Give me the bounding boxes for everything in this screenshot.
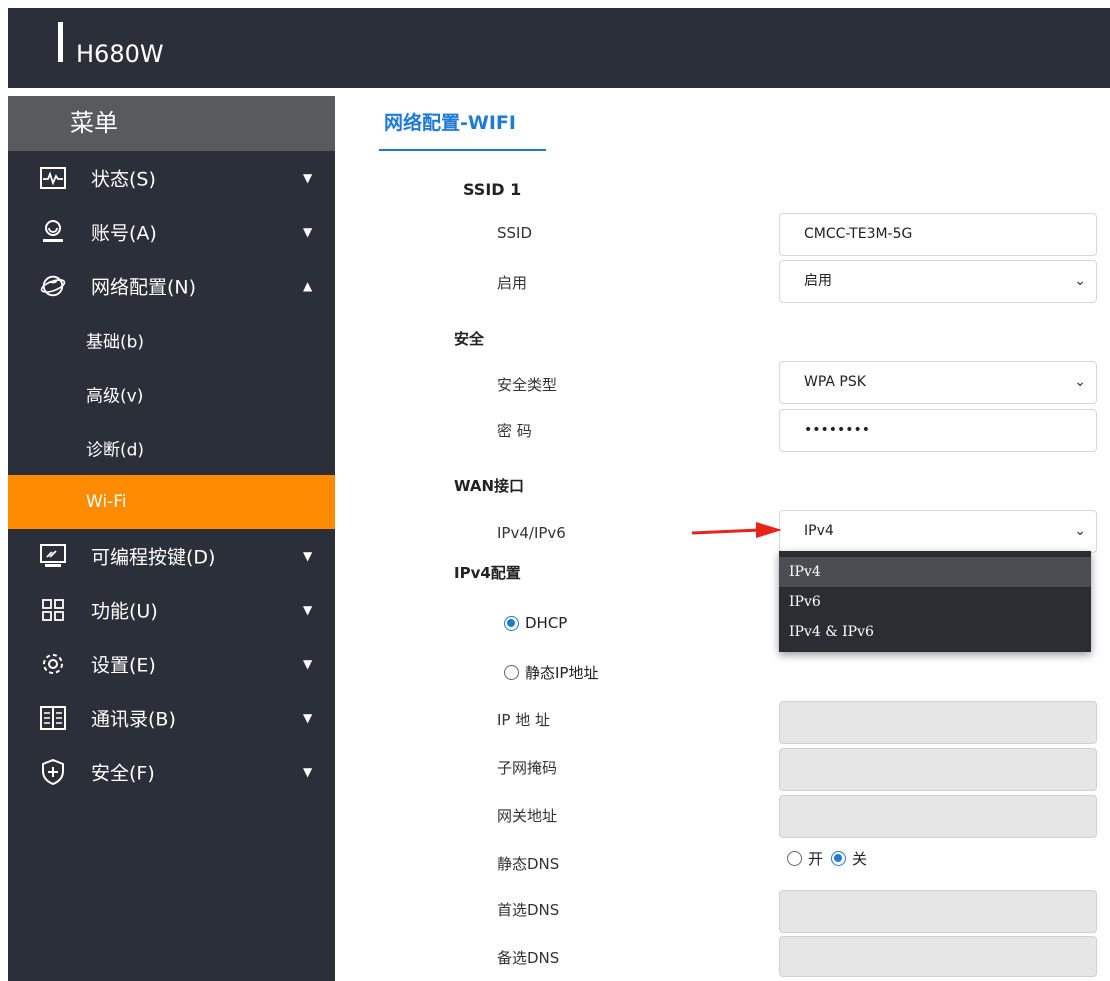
chevron-down-icon: ▼: [303, 549, 313, 563]
chevron-up-icon: ▲: [303, 279, 313, 293]
sidebar-item-function[interactable]: 功能(U) ▼: [8, 583, 335, 637]
ip-address-input[interactable]: [779, 701, 1097, 744]
sidebar: 菜单 状态(S) ▼ 账号(A) ▼ 网络配置(N) ▲ 基础(b) 高级(v)…: [8, 96, 335, 981]
chevron-down-icon: ▼: [303, 765, 313, 779]
static-ip-radio[interactable]: 静态IP地址: [504, 662, 598, 683]
ip-mode-label: IPv4/IPv6: [497, 524, 566, 542]
sidebar-subitem-label: Wi-Fi: [86, 492, 127, 512]
sidebar-item-programmable-keys[interactable]: 可编程按键(D) ▼: [8, 529, 335, 583]
sidebar-subitem-label: 基础(b): [86, 332, 145, 353]
dropdown-option-ipv4[interactable]: IPv4: [779, 557, 1091, 587]
sidebar-item-settings[interactable]: 设置(E) ▼: [8, 637, 335, 691]
sidebar-item-label: 功能(U): [91, 600, 158, 623]
sidebar-subitem-basic[interactable]: 基础(b): [8, 313, 335, 367]
static-dns-on-radio[interactable]: 开: [787, 848, 823, 869]
security-type-select[interactable]: WPA PSK ⌄: [779, 361, 1097, 404]
main-content: 网络配置-WIFI SSID 1 SSID CMCC-TE3M-5G 启用 启用…: [343, 96, 1110, 981]
gateway-label: 网关地址: [497, 807, 558, 825]
chevron-down-icon: ▼: [303, 225, 313, 239]
network-globe-icon: [40, 273, 66, 299]
chevron-down-icon: ⌄: [1074, 374, 1086, 390]
sidebar-item-label: 可编程按键(D): [91, 546, 216, 569]
security-section-title: 安全: [454, 330, 485, 348]
chevron-down-icon: ▼: [303, 711, 313, 725]
ssid-section-title: SSID 1: [463, 180, 522, 199]
title-underline: [379, 149, 546, 151]
red-arrow-annotation: [691, 522, 782, 538]
chevron-down-icon: ⌄: [1074, 273, 1086, 289]
sidebar-subitem-wifi[interactable]: Wi-Fi: [8, 475, 335, 529]
brand-title: H680W: [76, 40, 164, 68]
top-bar: H680W: [8, 8, 1110, 88]
subnet-mask-input[interactable]: [779, 748, 1097, 791]
function-grid-icon: [40, 597, 66, 623]
password-label: 密 码: [497, 422, 532, 440]
security-shield-icon: [40, 759, 66, 785]
ssid-label: SSID: [497, 224, 533, 242]
chevron-down-icon: ▼: [303, 657, 313, 671]
password-input[interactable]: ••••••••: [779, 409, 1097, 452]
security-type-label: 安全类型: [497, 376, 558, 394]
enable-label: 启用: [497, 274, 528, 292]
ipv4-section-title: IPv4配置: [454, 564, 521, 582]
sidebar-item-label: 网络配置(N): [91, 276, 197, 299]
ssid-input[interactable]: CMCC-TE3M-5G: [779, 213, 1097, 256]
sidebar-subitem-label: 高级(v): [86, 386, 144, 407]
programmable-key-icon: [40, 543, 66, 569]
radio-unselected-icon: [787, 851, 802, 866]
radio-selected-icon: [504, 615, 519, 631]
sidebar-subitem-diagnose[interactable]: 诊断(d): [8, 421, 335, 475]
ip-address-label: IP 地 址: [497, 711, 551, 729]
ip-mode-dropdown-list: IPv4 IPv6 IPv4 & IPv6: [779, 551, 1091, 652]
sidebar-subitem-label: 诊断(d): [86, 440, 145, 461]
status-monitor-icon: [40, 165, 66, 191]
subnet-mask-label: 子网掩码: [497, 759, 558, 777]
radio-unselected-icon: [504, 665, 519, 680]
chevron-down-icon: ▼: [303, 171, 313, 185]
sidebar-item-network[interactable]: 网络配置(N) ▲: [8, 259, 335, 313]
sidebar-item-phonebook[interactable]: 通讯录(B) ▼: [8, 691, 335, 745]
sidebar-item-label: 状态(S): [91, 168, 156, 191]
primary-dns-label: 首选DNS: [497, 901, 560, 919]
sidebar-item-label: 账号(A): [91, 222, 157, 245]
gateway-input[interactable]: [779, 795, 1097, 838]
enable-select-value: 启用: [804, 273, 832, 289]
chevron-down-icon: ▼: [303, 603, 313, 617]
sidebar-item-account[interactable]: 账号(A) ▼: [8, 205, 335, 259]
sidebar-item-security[interactable]: 安全(F) ▼: [8, 745, 335, 799]
ip-mode-select[interactable]: IPv4 ⌄: [779, 510, 1097, 553]
wan-section-title: WAN接口: [454, 477, 525, 495]
primary-dns-input[interactable]: [779, 890, 1097, 933]
static-dns-on-label: 开: [808, 850, 824, 868]
account-icon: [40, 219, 66, 245]
ip-mode-value: IPv4: [804, 523, 834, 539]
static-dns-label: 静态DNS: [497, 855, 560, 873]
sidebar-item-label: 安全(F): [91, 762, 155, 785]
dhcp-radio[interactable]: DHCP: [504, 614, 567, 632]
static-ip-label: 静态IP地址: [525, 664, 599, 682]
secondary-dns-label: 备选DNS: [497, 949, 560, 967]
sidebar-subitem-advanced[interactable]: 高级(v): [8, 367, 335, 421]
radio-selected-icon: [831, 851, 846, 866]
secondary-dns-input[interactable]: [779, 936, 1097, 977]
security-type-value: WPA PSK: [804, 374, 866, 390]
sidebar-item-status[interactable]: 状态(S) ▼: [8, 151, 335, 205]
enable-select[interactable]: 启用 ⌄: [779, 260, 1097, 303]
static-dns-off-label: 关: [852, 850, 868, 868]
brand-bar: [58, 22, 63, 62]
dropdown-option-ipv4-ipv6[interactable]: IPv4 & IPv6: [779, 617, 1091, 647]
menu-header: 菜单: [8, 96, 335, 151]
dropdown-option-ipv6[interactable]: IPv6: [779, 587, 1091, 617]
dhcp-label: DHCP: [525, 614, 568, 632]
sidebar-item-label: 通讯录(B): [91, 708, 176, 731]
static-dns-off-radio[interactable]: 关: [831, 848, 867, 869]
page-title: 网络配置-WIFI: [384, 112, 516, 134]
chevron-down-icon: ⌄: [1074, 523, 1086, 539]
settings-gear-icon: [40, 651, 66, 677]
sidebar-item-label: 设置(E): [91, 654, 156, 677]
phonebook-icon: [40, 705, 66, 731]
